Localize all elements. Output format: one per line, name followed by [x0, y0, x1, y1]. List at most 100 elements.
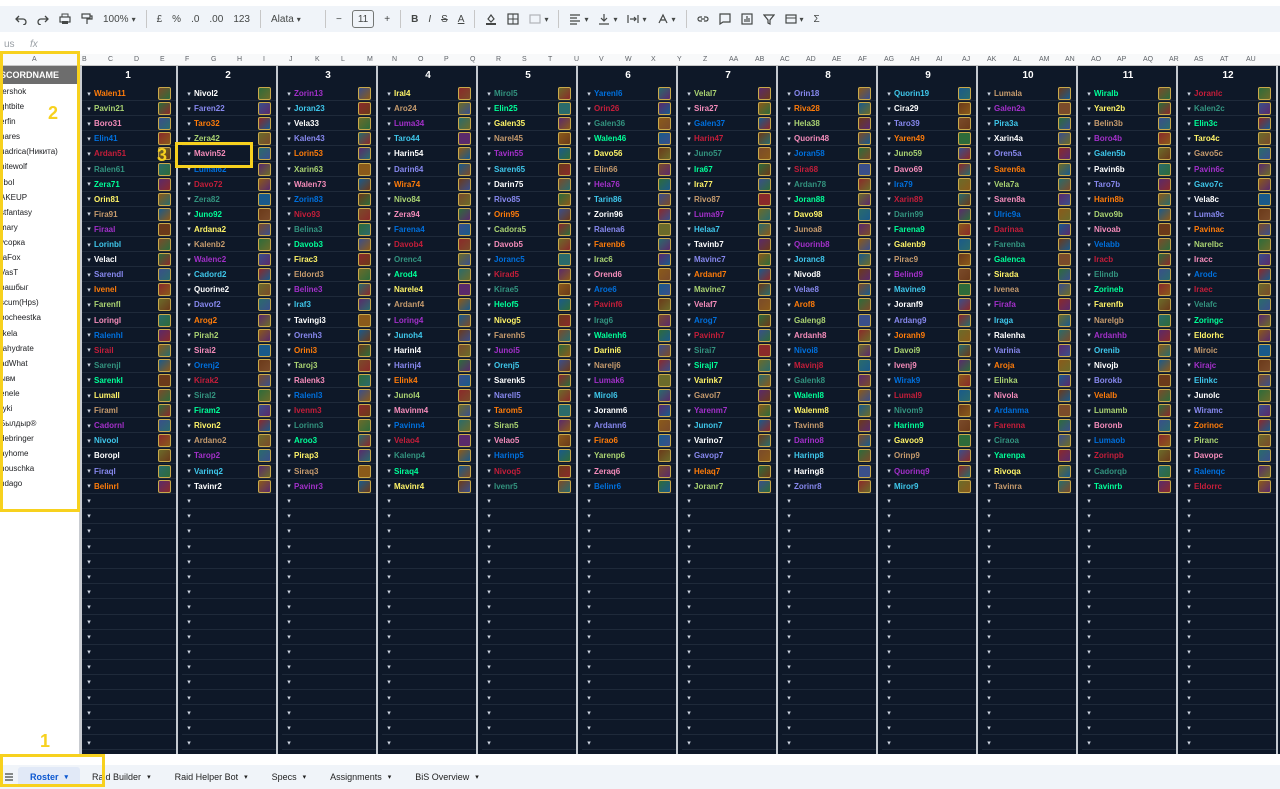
- dropdown-arrow-icon[interactable]: ▾: [984, 663, 994, 671]
- dropdown-arrow-icon[interactable]: ▾: [884, 482, 894, 490]
- character-cell[interactable]: ▾ Junoi5: [484, 343, 556, 358]
- dropdown-arrow-icon[interactable]: ▾: [1184, 709, 1194, 717]
- dropdown-arrow-icon[interactable]: ▾: [984, 543, 994, 551]
- character-cell[interactable]: ▾ Tarin86: [584, 192, 656, 207]
- dropdown-arrow-icon[interactable]: ▾: [984, 407, 994, 415]
- dropdown-arrow-icon[interactable]: ▾: [884, 573, 894, 581]
- dropdown-arrow-icon[interactable]: ▾: [284, 105, 294, 113]
- character-cell[interactable]: ▾ Nivola: [984, 388, 1056, 403]
- dropdown-arrow-icon[interactable]: ▾: [484, 165, 494, 173]
- empty-name-cell[interactable]: [0, 582, 79, 597]
- dropdown-arrow-icon[interactable]: ▾: [184, 331, 194, 339]
- empty-character-cell[interactable]: ▾: [884, 615, 956, 630]
- character-cell[interactable]: ▾ Nivo93: [284, 207, 356, 222]
- dropdown-arrow-icon[interactable]: ▾: [484, 90, 494, 98]
- character-cell[interactable]: ▾ Wiralb: [1084, 86, 1156, 101]
- font-select[interactable]: Alata: [267, 8, 319, 30]
- empty-character-cell[interactable]: ▾: [384, 584, 456, 599]
- dropdown-arrow-icon[interactable]: ▾: [284, 256, 294, 264]
- column-header-l[interactable]: L: [341, 56, 345, 63]
- font-size-input[interactable]: 11: [348, 8, 378, 30]
- dropdown-arrow-icon[interactable]: ▾: [684, 271, 694, 279]
- character-cell[interactable]: ▾ Harinp8: [784, 448, 856, 463]
- character-cell[interactable]: ▾ Harinj4: [384, 358, 456, 373]
- dropdown-arrow-icon[interactable]: ▾: [584, 135, 594, 143]
- character-cell[interactable]: ▾ Hela38: [784, 116, 856, 131]
- dropdown-arrow-icon[interactable]: ▾: [584, 271, 594, 279]
- dropdown-arrow-icon[interactable]: ▾: [84, 286, 94, 294]
- dropdown-arrow-icon[interactable]: ▾: [384, 346, 394, 354]
- dropdown-arrow-icon[interactable]: ▾: [1184, 663, 1194, 671]
- dropdown-arrow-icon[interactable]: ▾: [984, 724, 994, 732]
- discord-name-cell[interactable]: AKEUP: [0, 190, 79, 205]
- empty-character-cell[interactable]: ▾: [1084, 509, 1156, 524]
- character-cell[interactable]: ▾ Ardanf4: [384, 297, 456, 312]
- empty-character-cell[interactable]: ▾: [1184, 705, 1256, 720]
- empty-character-cell[interactable]: ▾: [84, 720, 156, 735]
- dropdown-arrow-icon[interactable]: ▾: [1084, 165, 1094, 173]
- dropdown-arrow-icon[interactable]: ▾: [1184, 588, 1194, 596]
- dropdown-arrow-icon[interactable]: ▾: [684, 135, 694, 143]
- empty-character-cell[interactable]: ▾: [84, 615, 156, 630]
- empty-character-cell[interactable]: ▾: [984, 569, 1056, 584]
- empty-character-cell[interactable]: ▾: [184, 720, 256, 735]
- dropdown-arrow-icon[interactable]: ▾: [284, 150, 294, 158]
- character-cell[interactable]: ▾ Ira67: [684, 162, 756, 177]
- empty-character-cell[interactable]: ▾: [384, 524, 456, 539]
- character-cell[interactable]: ▾ Wiramc: [1184, 403, 1256, 418]
- column-header-f[interactable]: F: [185, 56, 189, 63]
- dropdown-arrow-icon[interactable]: ▾: [84, 120, 94, 128]
- character-cell[interactable]: ▾ Junol4: [384, 388, 456, 403]
- character-cell[interactable]: ▾ Eldorhc: [1184, 328, 1256, 343]
- character-cell[interactable]: ▾ Firam2: [184, 403, 256, 418]
- dropdown-arrow-icon[interactable]: ▾: [684, 694, 694, 702]
- character-cell[interactable]: ▾ Farena4: [384, 222, 456, 237]
- dropdown-arrow-icon[interactable]: ▾: [584, 180, 594, 188]
- dropdown-arrow-icon[interactable]: ▾: [684, 467, 694, 475]
- character-cell[interactable]: ▾ Firafa: [984, 297, 1056, 312]
- character-cell[interactable]: ▾ Davof2: [184, 297, 256, 312]
- empty-character-cell[interactable]: ▾: [484, 554, 556, 569]
- dropdown-arrow-icon[interactable]: ▾: [184, 195, 194, 203]
- character-cell[interactable]: ▾ Iracb: [1084, 252, 1156, 267]
- dropdown-arrow-icon[interactable]: ▾: [584, 90, 594, 98]
- dropdown-arrow-icon[interactable]: ▾: [184, 588, 194, 596]
- character-cell[interactable]: ▾ Taro32: [184, 116, 256, 131]
- empty-character-cell[interactable]: ▾: [284, 735, 356, 750]
- dropdown-arrow-icon[interactable]: ▾: [184, 739, 194, 747]
- dropdown-arrow-icon[interactable]: ▾: [284, 90, 294, 98]
- empty-character-cell[interactable]: ▾: [284, 554, 356, 569]
- dropdown-arrow-icon[interactable]: ▾: [684, 241, 694, 249]
- character-cell[interactable]: ▾ Boropl: [84, 448, 156, 463]
- character-cell[interactable]: ▾ Tavingi3: [284, 313, 356, 328]
- dropdown-arrow-icon[interactable]: ▾: [284, 694, 294, 702]
- dropdown-arrow-icon[interactable]: ▾: [884, 301, 894, 309]
- character-cell[interactable]: ▾ Zorin83: [284, 192, 356, 207]
- character-cell[interactable]: ▾ Ardan78: [784, 177, 856, 192]
- empty-name-cell[interactable]: [0, 673, 79, 688]
- empty-character-cell[interactable]: ▾: [284, 645, 356, 660]
- empty-character-cell[interactable]: ▾: [384, 569, 456, 584]
- empty-name-cell[interactable]: [0, 597, 79, 612]
- character-cell[interactable]: ▾ Davob5: [484, 237, 556, 252]
- dropdown-arrow-icon[interactable]: ▾: [1184, 271, 1194, 279]
- empty-character-cell[interactable]: ▾: [584, 615, 656, 630]
- empty-character-cell[interactable]: ▾: [184, 599, 256, 614]
- dropdown-arrow-icon[interactable]: ▾: [884, 678, 894, 686]
- discord-name-cell[interactable]: debringer: [0, 431, 79, 446]
- character-cell[interactable]: ▾ Arojа: [984, 358, 1056, 373]
- dropdown-arrow-icon[interactable]: ▾: [984, 709, 994, 717]
- dropdown-arrow-icon[interactable]: ▾: [684, 678, 694, 686]
- empty-character-cell[interactable]: ▾: [584, 584, 656, 599]
- dropdown-arrow-icon[interactable]: ▾: [84, 694, 94, 702]
- dropdown-arrow-icon[interactable]: ▾: [484, 739, 494, 747]
- empty-character-cell[interactable]: ▾: [84, 509, 156, 524]
- column-header-v[interactable]: V: [599, 56, 604, 63]
- empty-character-cell[interactable]: ▾: [284, 524, 356, 539]
- character-cell[interactable]: ▾ Elin41: [84, 131, 156, 146]
- character-cell[interactable]: ▾ Darini6: [584, 343, 656, 358]
- dropdown-arrow-icon[interactable]: ▾: [184, 422, 194, 430]
- dropdown-arrow-icon[interactable]: ▾: [384, 558, 394, 566]
- character-cell[interactable]: ▾ Lumala: [984, 86, 1056, 101]
- dropdown-arrow-icon[interactable]: ▾: [84, 618, 94, 626]
